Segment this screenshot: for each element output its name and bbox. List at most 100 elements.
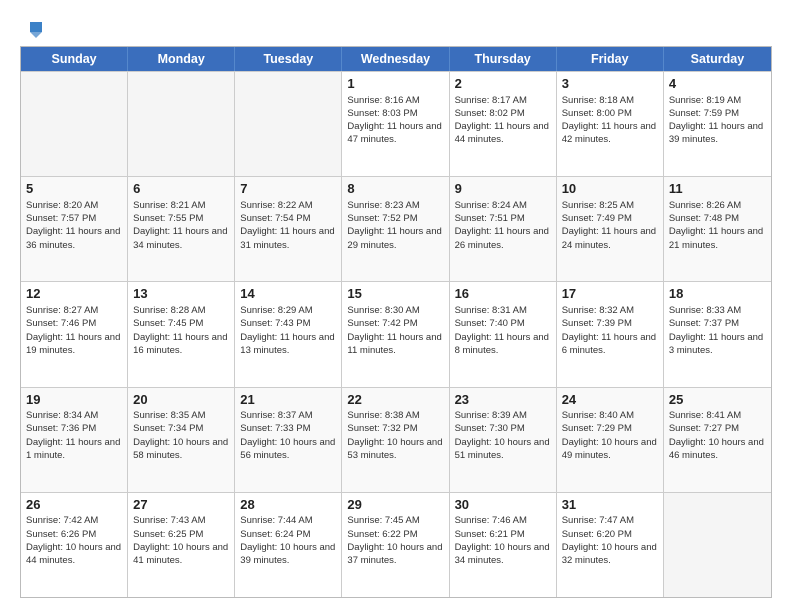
calendar-cell-19: 19Sunrise: 8:34 AM Sunset: 7:36 PM Dayli… xyxy=(21,388,128,492)
header-day-friday: Friday xyxy=(557,47,664,71)
day-info: Sunrise: 8:30 AM Sunset: 7:42 PM Dayligh… xyxy=(347,304,443,357)
calendar-cell-empty xyxy=(235,72,342,176)
calendar-row-1: 1Sunrise: 8:16 AM Sunset: 8:03 PM Daylig… xyxy=(21,71,771,176)
header-day-saturday: Saturday xyxy=(664,47,771,71)
calendar-cell-28: 28Sunrise: 7:44 AM Sunset: 6:24 PM Dayli… xyxy=(235,493,342,597)
day-number: 2 xyxy=(455,75,551,93)
day-number: 14 xyxy=(240,285,336,303)
day-number: 20 xyxy=(133,391,229,409)
calendar-cell-7: 7Sunrise: 8:22 AM Sunset: 7:54 PM Daylig… xyxy=(235,177,342,281)
day-info: Sunrise: 8:35 AM Sunset: 7:34 PM Dayligh… xyxy=(133,409,229,462)
header xyxy=(20,18,772,40)
day-number: 29 xyxy=(347,496,443,514)
calendar-cell-18: 18Sunrise: 8:33 AM Sunset: 7:37 PM Dayli… xyxy=(664,282,771,386)
header-day-tuesday: Tuesday xyxy=(235,47,342,71)
calendar-cell-25: 25Sunrise: 8:41 AM Sunset: 7:27 PM Dayli… xyxy=(664,388,771,492)
header-day-wednesday: Wednesday xyxy=(342,47,449,71)
day-number: 30 xyxy=(455,496,551,514)
day-info: Sunrise: 7:44 AM Sunset: 6:24 PM Dayligh… xyxy=(240,514,336,567)
calendar-cell-empty xyxy=(21,72,128,176)
calendar-cell-26: 26Sunrise: 7:42 AM Sunset: 6:26 PM Dayli… xyxy=(21,493,128,597)
calendar-cell-21: 21Sunrise: 8:37 AM Sunset: 7:33 PM Dayli… xyxy=(235,388,342,492)
calendar-cell-20: 20Sunrise: 8:35 AM Sunset: 7:34 PM Dayli… xyxy=(128,388,235,492)
day-info: Sunrise: 8:21 AM Sunset: 7:55 PM Dayligh… xyxy=(133,199,229,252)
day-info: Sunrise: 8:31 AM Sunset: 7:40 PM Dayligh… xyxy=(455,304,551,357)
day-number: 15 xyxy=(347,285,443,303)
day-info: Sunrise: 8:32 AM Sunset: 7:39 PM Dayligh… xyxy=(562,304,658,357)
day-number: 26 xyxy=(26,496,122,514)
day-info: Sunrise: 8:23 AM Sunset: 7:52 PM Dayligh… xyxy=(347,199,443,252)
calendar-cell-30: 30Sunrise: 7:46 AM Sunset: 6:21 PM Dayli… xyxy=(450,493,557,597)
day-info: Sunrise: 8:18 AM Sunset: 8:00 PM Dayligh… xyxy=(562,94,658,147)
calendar-cell-6: 6Sunrise: 8:21 AM Sunset: 7:55 PM Daylig… xyxy=(128,177,235,281)
day-info: Sunrise: 8:27 AM Sunset: 7:46 PM Dayligh… xyxy=(26,304,122,357)
calendar-cell-9: 9Sunrise: 8:24 AM Sunset: 7:51 PM Daylig… xyxy=(450,177,557,281)
day-info: Sunrise: 7:45 AM Sunset: 6:22 PM Dayligh… xyxy=(347,514,443,567)
day-number: 18 xyxy=(669,285,766,303)
calendar-row-4: 19Sunrise: 8:34 AM Sunset: 7:36 PM Dayli… xyxy=(21,387,771,492)
day-info: Sunrise: 7:43 AM Sunset: 6:25 PM Dayligh… xyxy=(133,514,229,567)
calendar-cell-31: 31Sunrise: 7:47 AM Sunset: 6:20 PM Dayli… xyxy=(557,493,664,597)
day-number: 5 xyxy=(26,180,122,198)
calendar-row-3: 12Sunrise: 8:27 AM Sunset: 7:46 PM Dayli… xyxy=(21,281,771,386)
day-number: 3 xyxy=(562,75,658,93)
calendar-cell-11: 11Sunrise: 8:26 AM Sunset: 7:48 PM Dayli… xyxy=(664,177,771,281)
day-number: 21 xyxy=(240,391,336,409)
calendar-cell-empty xyxy=(128,72,235,176)
day-number: 9 xyxy=(455,180,551,198)
day-number: 17 xyxy=(562,285,658,303)
calendar-header: SundayMondayTuesdayWednesdayThursdayFrid… xyxy=(21,47,771,71)
day-info: Sunrise: 7:46 AM Sunset: 6:21 PM Dayligh… xyxy=(455,514,551,567)
calendar-body: 1Sunrise: 8:16 AM Sunset: 8:03 PM Daylig… xyxy=(21,71,771,597)
calendar-cell-4: 4Sunrise: 8:19 AM Sunset: 7:59 PM Daylig… xyxy=(664,72,771,176)
logo xyxy=(20,18,44,40)
calendar-cell-23: 23Sunrise: 8:39 AM Sunset: 7:30 PM Dayli… xyxy=(450,388,557,492)
day-info: Sunrise: 8:26 AM Sunset: 7:48 PM Dayligh… xyxy=(669,199,766,252)
calendar-cell-5: 5Sunrise: 8:20 AM Sunset: 7:57 PM Daylig… xyxy=(21,177,128,281)
header-day-sunday: Sunday xyxy=(21,47,128,71)
calendar-cell-8: 8Sunrise: 8:23 AM Sunset: 7:52 PM Daylig… xyxy=(342,177,449,281)
calendar-cell-2: 2Sunrise: 8:17 AM Sunset: 8:02 PM Daylig… xyxy=(450,72,557,176)
calendar-cell-10: 10Sunrise: 8:25 AM Sunset: 7:49 PM Dayli… xyxy=(557,177,664,281)
calendar-cell-14: 14Sunrise: 8:29 AM Sunset: 7:43 PM Dayli… xyxy=(235,282,342,386)
day-number: 6 xyxy=(133,180,229,198)
day-info: Sunrise: 8:37 AM Sunset: 7:33 PM Dayligh… xyxy=(240,409,336,462)
calendar-page: SundayMondayTuesdayWednesdayThursdayFrid… xyxy=(0,0,792,612)
calendar-cell-15: 15Sunrise: 8:30 AM Sunset: 7:42 PM Dayli… xyxy=(342,282,449,386)
calendar-cell-13: 13Sunrise: 8:28 AM Sunset: 7:45 PM Dayli… xyxy=(128,282,235,386)
calendar-row-2: 5Sunrise: 8:20 AM Sunset: 7:57 PM Daylig… xyxy=(21,176,771,281)
day-info: Sunrise: 8:29 AM Sunset: 7:43 PM Dayligh… xyxy=(240,304,336,357)
day-number: 22 xyxy=(347,391,443,409)
day-info: Sunrise: 7:47 AM Sunset: 6:20 PM Dayligh… xyxy=(562,514,658,567)
day-number: 1 xyxy=(347,75,443,93)
calendar-cell-12: 12Sunrise: 8:27 AM Sunset: 7:46 PM Dayli… xyxy=(21,282,128,386)
day-info: Sunrise: 8:34 AM Sunset: 7:36 PM Dayligh… xyxy=(26,409,122,462)
day-number: 10 xyxy=(562,180,658,198)
logo-icon xyxy=(22,18,44,40)
day-info: Sunrise: 8:17 AM Sunset: 8:02 PM Dayligh… xyxy=(455,94,551,147)
day-number: 25 xyxy=(669,391,766,409)
day-info: Sunrise: 8:22 AM Sunset: 7:54 PM Dayligh… xyxy=(240,199,336,252)
day-info: Sunrise: 8:33 AM Sunset: 7:37 PM Dayligh… xyxy=(669,304,766,357)
calendar-cell-empty xyxy=(664,493,771,597)
day-info: Sunrise: 8:28 AM Sunset: 7:45 PM Dayligh… xyxy=(133,304,229,357)
calendar: SundayMondayTuesdayWednesdayThursdayFrid… xyxy=(20,46,772,598)
day-info: Sunrise: 8:39 AM Sunset: 7:30 PM Dayligh… xyxy=(455,409,551,462)
calendar-cell-3: 3Sunrise: 8:18 AM Sunset: 8:00 PM Daylig… xyxy=(557,72,664,176)
day-number: 8 xyxy=(347,180,443,198)
day-info: Sunrise: 8:41 AM Sunset: 7:27 PM Dayligh… xyxy=(669,409,766,462)
day-number: 4 xyxy=(669,75,766,93)
calendar-cell-24: 24Sunrise: 8:40 AM Sunset: 7:29 PM Dayli… xyxy=(557,388,664,492)
calendar-cell-22: 22Sunrise: 8:38 AM Sunset: 7:32 PM Dayli… xyxy=(342,388,449,492)
calendar-row-5: 26Sunrise: 7:42 AM Sunset: 6:26 PM Dayli… xyxy=(21,492,771,597)
day-number: 23 xyxy=(455,391,551,409)
day-number: 7 xyxy=(240,180,336,198)
day-info: Sunrise: 8:24 AM Sunset: 7:51 PM Dayligh… xyxy=(455,199,551,252)
calendar-cell-27: 27Sunrise: 7:43 AM Sunset: 6:25 PM Dayli… xyxy=(128,493,235,597)
day-info: Sunrise: 8:40 AM Sunset: 7:29 PM Dayligh… xyxy=(562,409,658,462)
calendar-cell-1: 1Sunrise: 8:16 AM Sunset: 8:03 PM Daylig… xyxy=(342,72,449,176)
calendar-cell-17: 17Sunrise: 8:32 AM Sunset: 7:39 PM Dayli… xyxy=(557,282,664,386)
calendar-cell-29: 29Sunrise: 7:45 AM Sunset: 6:22 PM Dayli… xyxy=(342,493,449,597)
day-info: Sunrise: 8:19 AM Sunset: 7:59 PM Dayligh… xyxy=(669,94,766,147)
day-number: 27 xyxy=(133,496,229,514)
